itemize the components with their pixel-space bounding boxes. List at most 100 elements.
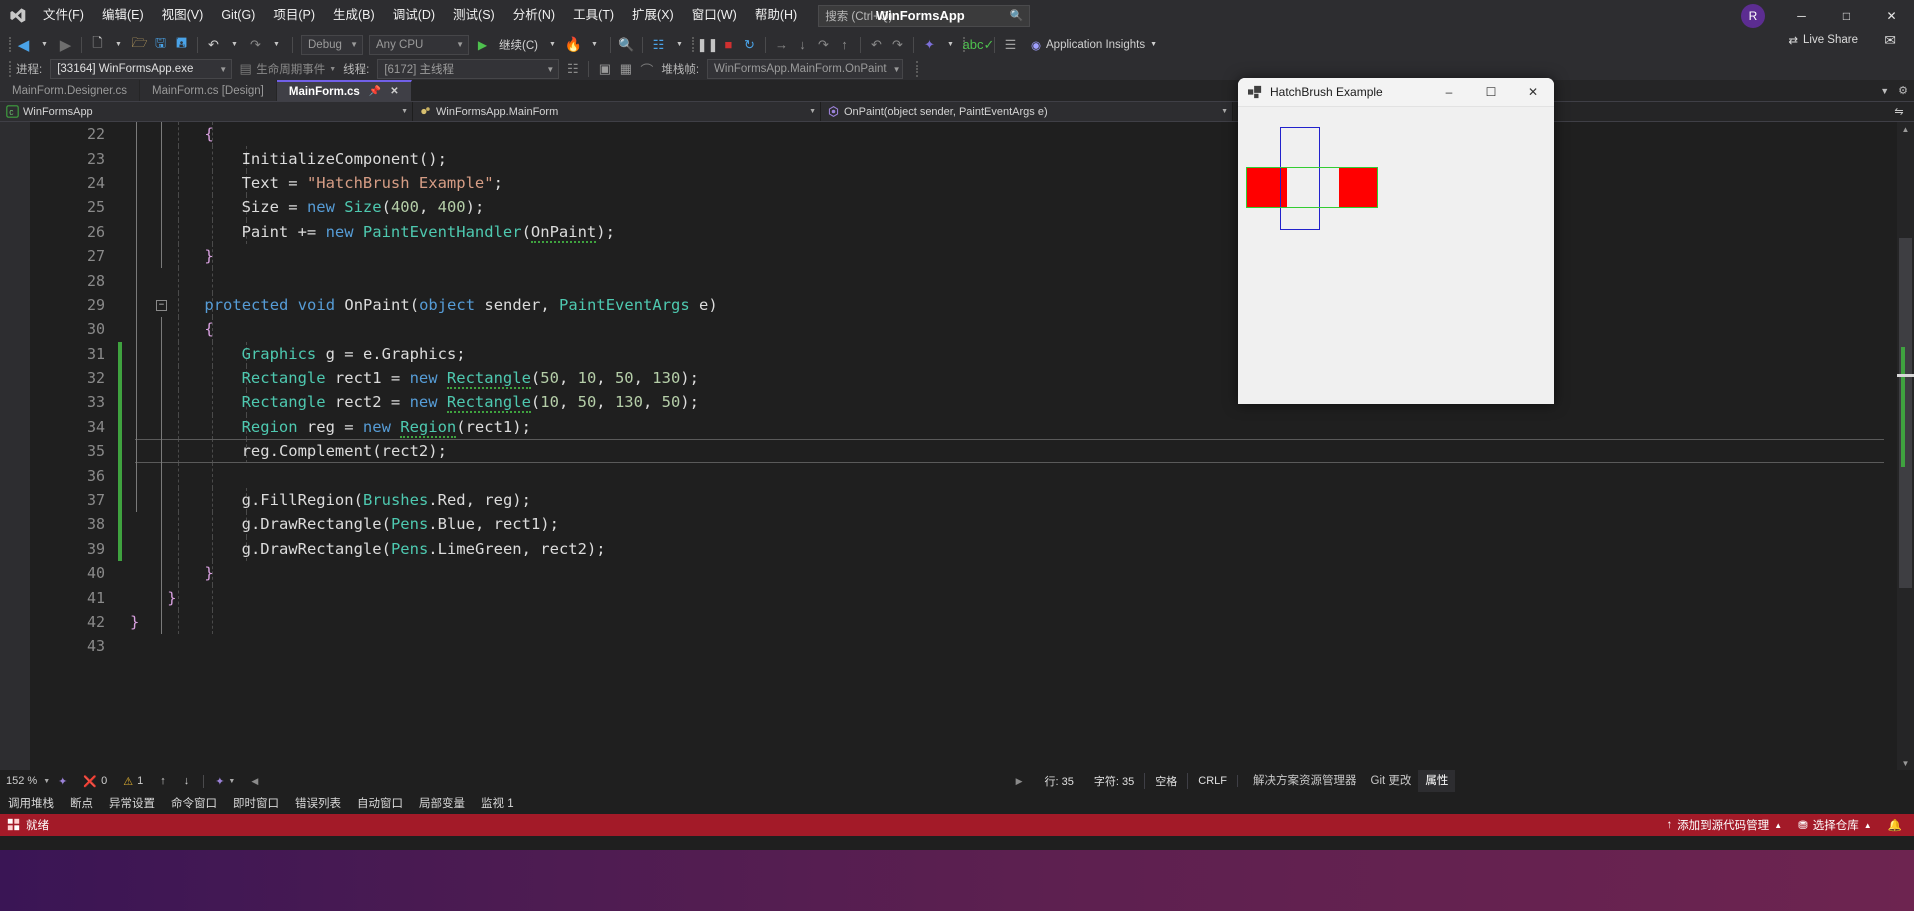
window-maximize-button[interactable]: □	[1824, 0, 1869, 31]
zoom-chevron-down-icon[interactable]: ▼	[43, 778, 50, 785]
navigate-forward-icon[interactable]: ▶	[55, 34, 76, 56]
new-item-dropdown-icon[interactable]: ▼	[108, 34, 129, 56]
code-line[interactable]: 42}	[30, 609, 1914, 635]
code-editor[interactable]: 22{23 InitializeComponent(); 24 Text = "Hat…	[0, 122, 1914, 770]
code-line[interactable]: 39 g.DrawRectangle(Pens.LimeGreen, rect2)…	[30, 536, 1914, 562]
window-minimize-button[interactable]: ─	[1779, 0, 1824, 31]
solution-platform-select[interactable]: Any CPU ▼	[369, 34, 469, 55]
winform-canvas[interactable]	[1238, 107, 1554, 404]
warning-indicator[interactable]: ⚠ 1	[115, 775, 151, 788]
tool-tab-call-stack[interactable]: 调用堆栈	[0, 795, 62, 811]
winform-maximize-button[interactable]: ☐	[1470, 78, 1512, 107]
breadcrumb-project[interactable]: C WinFormsApp ▼	[0, 102, 413, 121]
split-editor-icon[interactable]: ⇋	[1884, 102, 1914, 121]
breadcrumb-type[interactable]: WinFormsApp.MainForm ▼	[413, 102, 821, 121]
show-next-statement-icon[interactable]: →	[771, 34, 792, 56]
code-line[interactable]: 43	[30, 634, 1914, 658]
menu-test[interactable]: 测试(S)	[444, 0, 504, 31]
navigate-back-dropdown-icon[interactable]: ▼	[34, 34, 55, 56]
toggle-flagged-threads-icon[interactable]: ☷	[562, 58, 583, 80]
code-line[interactable]: 33 Rectangle rect2 = new Rectangle(10, 50…	[30, 390, 1914, 415]
arrow-down-icon[interactable]: ↓	[175, 775, 199, 787]
code-line[interactable]: 37 g.FillRegion(Brushes.Red, reg);	[30, 487, 1914, 513]
window-close-button[interactable]: ✕	[1869, 0, 1914, 31]
navigate-back-icon[interactable]: ◀	[13, 34, 34, 56]
continue-dropdown-icon[interactable]: ▼	[542, 34, 563, 56]
scroll-left-icon[interactable]: ◀	[245, 776, 264, 787]
pin-icon[interactable]: 📌	[369, 86, 381, 97]
select-repository-button[interactable]: ⛃ 选择仓库 ▲	[1798, 817, 1872, 833]
save-icon[interactable]: 🖫	[150, 34, 171, 56]
debug-toolbar-grip[interactable]	[6, 60, 13, 78]
show-threads-in-source-icon[interactable]: ▣	[594, 58, 615, 80]
step-into-icon[interactable]: ↓	[792, 34, 813, 56]
indentation-indicator[interactable]: 空格	[1144, 773, 1189, 789]
menu-view[interactable]: 视图(V)	[153, 0, 213, 31]
code-line[interactable]: 30 {	[30, 317, 1914, 342]
error-indicator[interactable]: ❌ 0	[75, 775, 115, 788]
diagnostics-dropdown-icon[interactable]: ▼	[669, 34, 690, 56]
tool-tab-breakpoints[interactable]: 断点	[62, 795, 101, 811]
thread-select[interactable]: [6172] 主线程 ▼	[377, 59, 560, 79]
tab-mainform-designer-cs[interactable]: MainForm.Designer.cs	[0, 80, 141, 101]
tool-tab-git-changes[interactable]: Git 更改	[1364, 770, 1419, 792]
menu-window[interactable]: 窗口(W)	[683, 0, 746, 31]
undo-dropdown-icon[interactable]: ▼	[224, 34, 245, 56]
collapse-region-button[interactable]: −	[156, 299, 167, 311]
comment-icon[interactable]: ☰	[1000, 34, 1021, 56]
code-line[interactable]: 40}	[30, 561, 1914, 586]
chevron-down-icon[interactable]: ▼	[329, 66, 336, 73]
scroll-right-icon[interactable]: ▶	[1004, 776, 1035, 787]
tool-tab-immediate-window[interactable]: 即时窗口	[225, 795, 287, 811]
tool-tab-autos[interactable]: 自动窗口	[349, 795, 411, 811]
stackframe-select[interactable]: WinFormsApp.MainForm.OnPaint ▼	[707, 59, 904, 79]
tool-tab-watch-1[interactable]: 监视 1	[473, 795, 522, 811]
step-over-icon[interactable]: ↷	[813, 34, 834, 56]
add-to-source-control-button[interactable]: ↑ 添加到源代码管理 ▲	[1666, 817, 1782, 833]
flag-thread-icon[interactable]: ⌒	[636, 58, 657, 80]
hot-reload-icon[interactable]: 🔥	[563, 34, 584, 56]
process-select[interactable]: [33164] WinFormsApp.exe ▼	[50, 59, 233, 79]
code-line[interactable]: 23 InitializeComponent();	[30, 146, 1914, 171]
live-share-button[interactable]: ⇄ Live Share	[1788, 33, 1858, 47]
tool-tab-exception-settings[interactable]: 异常设置	[101, 795, 163, 811]
menu-project[interactable]: 项目(P)	[264, 0, 324, 31]
code-line[interactable]: 25 Size = new Size(400, 400);	[30, 195, 1914, 220]
winform-minimize-button[interactable]: –	[1428, 78, 1470, 107]
account-avatar[interactable]: R	[1741, 3, 1765, 28]
spellcheck-icon[interactable]: abc✓	[963, 34, 995, 56]
show-diagnostics-icon[interactable]: ☷	[648, 34, 669, 56]
restart-icon[interactable]: ↻	[739, 34, 760, 56]
code-health-icon[interactable]: ✦	[50, 775, 75, 788]
code-line[interactable]: 38 g.DrawRectangle(Pens.Blue, rect1);	[30, 512, 1914, 537]
toolbar-redo2-icon[interactable]: ↷	[887, 34, 908, 56]
tab-mainform-cs[interactable]: MainForm.cs 📌 ✕	[276, 80, 412, 101]
toolbar-grip[interactable]	[6, 36, 13, 54]
continue-label[interactable]: 继续(C)	[499, 37, 538, 53]
editor-vertical-scrollbar[interactable]: ▲ ▼	[1897, 122, 1914, 770]
line-ending-indicator[interactable]: CRLF	[1188, 775, 1238, 787]
code-line[interactable]: 28	[30, 268, 1914, 293]
code-line[interactable]: 24 Text = "HatchBrush Example";	[30, 170, 1914, 196]
tool-tab-solution-explorer[interactable]: 解决方案资源管理器	[1246, 770, 1364, 792]
redo-dropdown-icon[interactable]: ▼	[266, 34, 287, 56]
scroll-up-icon[interactable]: ▲	[1897, 122, 1914, 136]
code-line[interactable]: 26 Paint += new PaintEventHandler(OnPaint…	[30, 219, 1914, 244]
code-line[interactable]: 35 reg.Complement(rect2);	[30, 439, 1914, 464]
tool-tab-locals[interactable]: 局部变量	[411, 795, 473, 811]
menu-help[interactable]: 帮助(H)	[746, 0, 806, 31]
menu-build[interactable]: 生成(B)	[324, 0, 384, 31]
lifecycle-events-icon[interactable]: ▤	[235, 58, 256, 80]
menu-edit[interactable]: 编辑(E)	[93, 0, 153, 31]
application-insights-button[interactable]: ◉ Application Insights ▼	[1031, 38, 1157, 52]
debug-toolbar-grip-2[interactable]	[913, 60, 920, 78]
zoom-level[interactable]: 152 %	[0, 775, 43, 787]
menu-file[interactable]: 文件(F)	[34, 0, 93, 31]
close-tab-icon[interactable]: ✕	[390, 86, 398, 97]
scroll-down-icon[interactable]: ▼	[1897, 756, 1914, 770]
save-all-icon[interactable]: 🖪	[171, 34, 192, 56]
winform-close-button[interactable]: ✕	[1512, 78, 1554, 107]
code-line[interactable]: 31 Graphics g = e.Graphics;	[30, 341, 1914, 366]
code-line[interactable]: 34 Region reg = new Region(rect1);	[30, 414, 1914, 440]
menu-debug[interactable]: 调试(D)	[384, 0, 444, 31]
